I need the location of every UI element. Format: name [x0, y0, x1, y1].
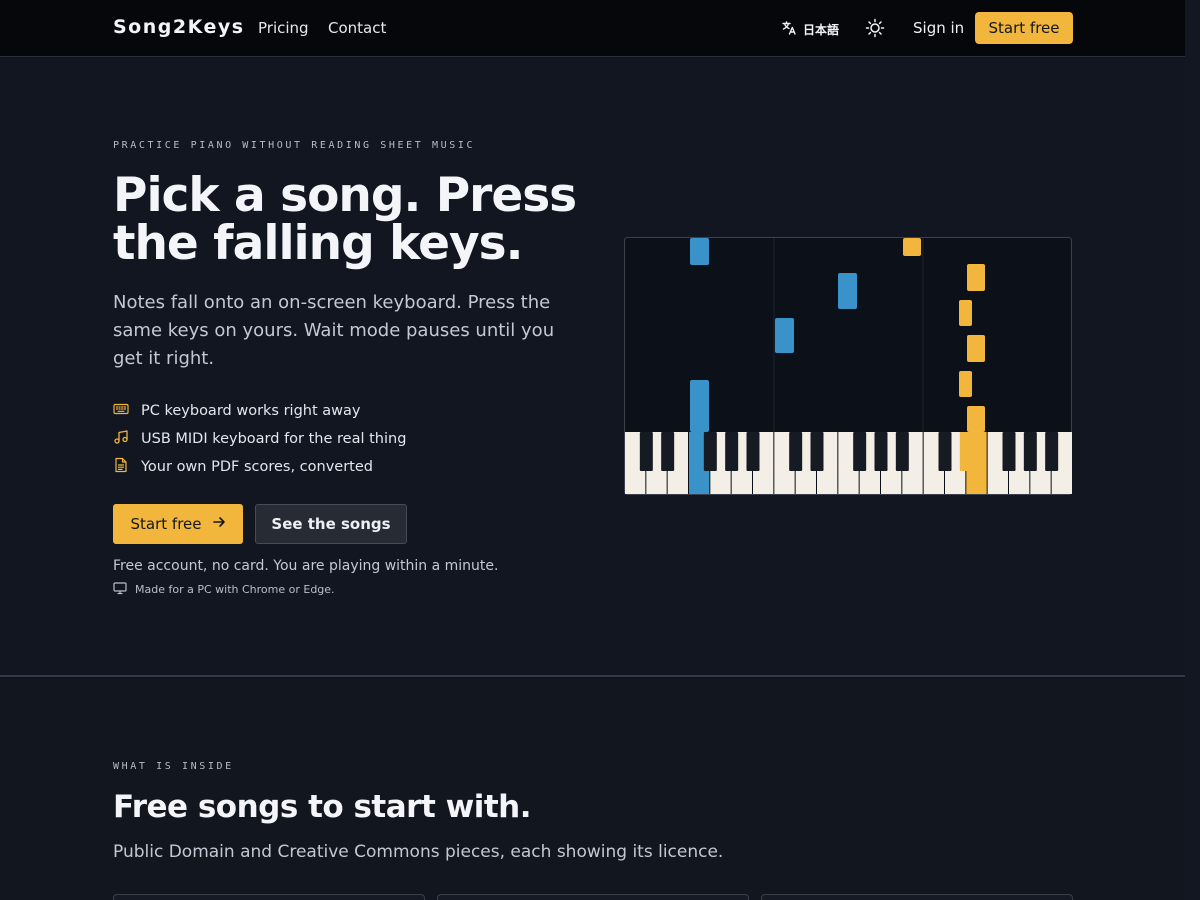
- piano-black-key: [1023, 432, 1037, 471]
- falling-note: [690, 238, 709, 265]
- language-label: 日本語: [803, 22, 840, 37]
- feature-label: USB MIDI keyboard for the real thing: [141, 431, 407, 447]
- section-subtitle: Public Domain and Creative Commons piece…: [113, 842, 724, 862]
- monitor-icon: [113, 581, 127, 598]
- falling-notes-preview: [624, 237, 1073, 501]
- theme-toggle-button[interactable]: [864, 17, 886, 39]
- start-free-header-button[interactable]: Start free: [975, 12, 1073, 44]
- falling-note: [690, 380, 709, 432]
- start-free-button[interactable]: Start free: [113, 504, 243, 544]
- songs-section: WHAT IS INSIDE Free songs to start with.…: [0, 679, 1185, 900]
- piano-black-key: [639, 432, 653, 471]
- feature-list: PC keyboard works right away USB MIDI ke…: [113, 397, 406, 481]
- piano-black-key: [874, 432, 888, 471]
- platform-text: Made for a PC with Chrome or Edge.: [135, 583, 335, 596]
- piano-black-key: [746, 432, 760, 471]
- falling-note: [967, 335, 985, 362]
- hero-eyebrow: PRACTICE PIANO WITHOUT READING SHEET MUS…: [113, 140, 476, 151]
- platform-note: Made for a PC with Chrome or Edge.: [113, 581, 335, 598]
- hero-section: PRACTICE PIANO WITHOUT READING SHEET MUS…: [0, 58, 1185, 677]
- falling-note: [903, 238, 921, 256]
- section-title: Free songs to start with.: [113, 789, 532, 825]
- see-songs-button[interactable]: See the songs: [255, 504, 407, 544]
- falling-note: [775, 318, 794, 353]
- nav-link-contact[interactable]: Contact: [328, 19, 386, 37]
- piano-black-key: [959, 432, 973, 471]
- piano-black-key: [789, 432, 803, 471]
- piano-black-key: [895, 432, 909, 471]
- start-free-label: Start free: [130, 515, 202, 533]
- language-switcher[interactable]: 日本語: [781, 19, 839, 39]
- translate-icon: [781, 20, 797, 39]
- hero-subtitle: Notes fall onto an on-screen keyboard. P…: [113, 292, 555, 369]
- song-card[interactable]: [761, 894, 1073, 900]
- music-note-icon: [113, 429, 129, 449]
- song-card[interactable]: [113, 894, 425, 900]
- top-nav-bar: Song2Keys Pricing Contact 日本語 Sign in St…: [0, 0, 1185, 57]
- brand-logo[interactable]: Song2Keys: [113, 16, 245, 38]
- piano-black-key: [725, 432, 739, 471]
- hero-title: Pick a song. Press the falling keys.: [113, 168, 577, 271]
- feature-item: PC keyboard works right away: [113, 397, 406, 425]
- document-icon: [113, 457, 129, 477]
- section-eyebrow: WHAT IS INSIDE: [113, 761, 234, 772]
- nav-link-pricing[interactable]: Pricing: [258, 19, 309, 37]
- piano-black-key: [661, 432, 675, 471]
- feature-label: PC keyboard works right away: [141, 403, 361, 419]
- arrow-right-icon: [212, 515, 226, 533]
- piano-black-key: [703, 432, 717, 471]
- piano-black-key: [938, 432, 952, 471]
- feature-item: USB MIDI keyboard for the real thing: [113, 425, 406, 453]
- falling-note: [959, 300, 972, 326]
- keyboard-icon: [113, 401, 129, 421]
- falling-note: [967, 264, 985, 291]
- sign-in-link[interactable]: Sign in: [913, 19, 964, 37]
- piano-black-key: [810, 432, 824, 471]
- piano-keyboard: [625, 432, 1072, 494]
- piano-black-key: [853, 432, 867, 471]
- page-scrollbar[interactable]: [1185, 0, 1200, 900]
- sun-icon: [864, 18, 886, 43]
- fine-print: Free account, no card. You are playing w…: [113, 558, 499, 574]
- feature-item: Your own PDF scores, converted: [113, 453, 406, 481]
- falling-note: [967, 406, 985, 432]
- feature-label: Your own PDF scores, converted: [141, 459, 373, 475]
- falling-note: [838, 273, 857, 309]
- song-card[interactable]: [437, 894, 749, 900]
- piano-black-key: [1002, 432, 1016, 471]
- falling-note: [959, 371, 972, 397]
- piano-black-key: [1045, 432, 1059, 471]
